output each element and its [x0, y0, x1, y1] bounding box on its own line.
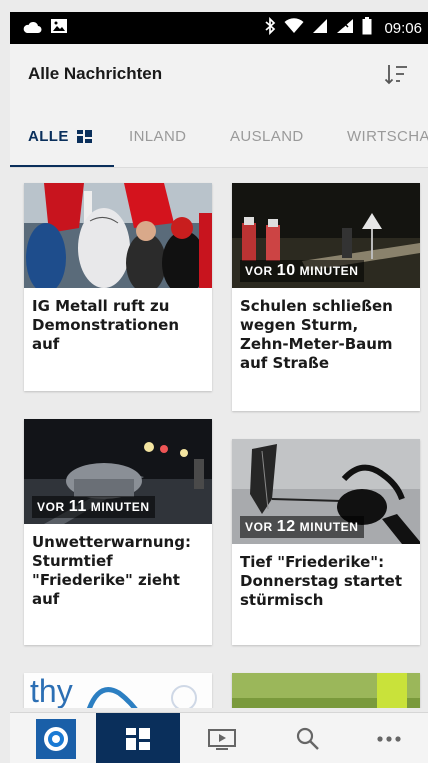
partial-logo-text: thy [30, 673, 73, 708]
nav-news-grid[interactable] [96, 713, 180, 763]
bottom-navigation [10, 712, 428, 763]
battery-icon [362, 17, 372, 39]
tab-alle[interactable]: ALLE [28, 128, 92, 145]
news-headline: Tief "Friederike": Donnerstag startet st… [240, 553, 402, 609]
status-bar: 09:06 [10, 12, 428, 44]
nav-search[interactable] [272, 713, 344, 763]
nav-more[interactable] [358, 713, 420, 763]
image-notification-icon [50, 18, 68, 38]
news-card[interactable] [232, 673, 420, 708]
status-time: 09:06 [384, 19, 422, 37]
news-headline: IG Metall ruft zu Demonstrationen auf [32, 297, 180, 353]
time-badge: VOR 12 MINUTEN [240, 516, 364, 538]
video-icon [208, 728, 236, 750]
news-card[interactable]: VOR 11 MINUTEN Unwetterwarnung: Sturmtie… [24, 419, 212, 645]
news-image: VOR 11 MINUTEN [24, 419, 212, 524]
tab-label: ALLE [28, 128, 69, 145]
news-image [24, 183, 212, 288]
news-image [232, 673, 420, 708]
news-card[interactable]: VOR 10 MINUTEN Schulen schließen wegen S… [232, 183, 420, 411]
sort-button[interactable] [382, 60, 410, 88]
news-image: VOR 10 MINUTEN [232, 183, 420, 288]
tagesschau-logo-icon [36, 718, 76, 759]
category-tabs: ALLE INLAND AUSLAND WIRTSCHA [10, 104, 428, 168]
time-badge: VOR 11 MINUTEN [32, 496, 155, 518]
wifi-icon [284, 18, 304, 38]
grid-icon [76, 130, 92, 143]
nav-video[interactable] [186, 713, 258, 763]
app-bar: Alle Nachrichten [10, 44, 428, 104]
news-headline: Unwetterwarnung: Sturmtief "Friederike" … [32, 533, 191, 608]
time-badge: VOR 10 MINUTEN [240, 260, 364, 282]
page-title: Alle Nachrichten [28, 64, 163, 83]
news-card[interactable]: thy [24, 673, 212, 708]
bluetooth-icon [264, 16, 276, 39]
news-headline: Schulen schließen wegen Sturm, Zehn-Mete… [240, 297, 393, 372]
grid-icon [126, 727, 150, 750]
cloud-icon [22, 19, 42, 38]
signal-icon [312, 18, 328, 38]
tab-ausland[interactable]: AUSLAND [230, 128, 304, 145]
search-icon [296, 727, 319, 750]
signal-roaming-icon [336, 18, 354, 38]
news-grid: IG Metall ruft zu Demonstrationen auf VO… [10, 168, 428, 708]
news-card[interactable]: VOR 12 MINUTEN Tief "Friederike": Donner… [232, 439, 420, 645]
news-card[interactable]: IG Metall ruft zu Demonstrationen auf [24, 183, 212, 391]
news-image: thy [24, 673, 212, 708]
sort-icon [384, 65, 407, 85]
app-screen: 09:06 Alle Nachrichten ALLE INLAND AUSLA… [0, 0, 428, 763]
nav-app-logo[interactable] [24, 713, 88, 763]
news-image: VOR 12 MINUTEN [232, 439, 420, 544]
tab-wirtschaft[interactable]: WIRTSCHA [347, 128, 428, 145]
tab-inland[interactable]: INLAND [129, 128, 186, 145]
more-icon [377, 735, 401, 742]
